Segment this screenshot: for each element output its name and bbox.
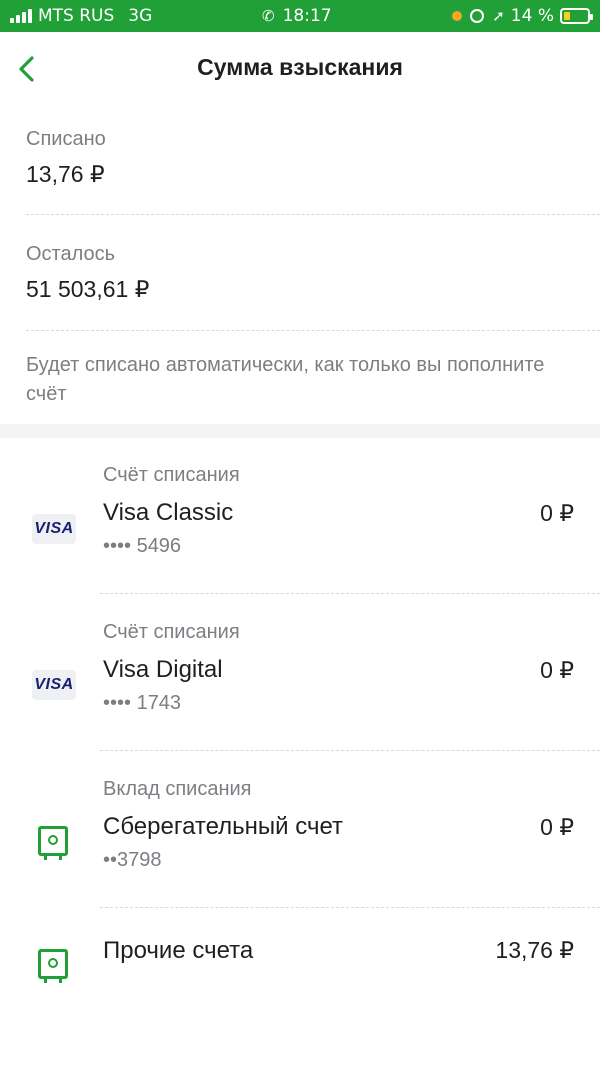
safe-icon: [38, 826, 68, 860]
remaining-block: Осталось 51 503,61 ₽: [26, 243, 574, 303]
battery-icon: [560, 8, 593, 24]
visa-icon: VISA: [32, 514, 76, 544]
auto-charge-note: Будет списано автоматически, как только …: [26, 354, 545, 405]
account-name: Visa Digital: [103, 656, 223, 683]
account-number: •••• 5496: [103, 535, 182, 557]
account-number: ••3798: [103, 849, 162, 871]
divider: [26, 330, 600, 331]
charged-block: Списано 13,76 ₽: [26, 128, 574, 188]
account-number: •••• 1743: [103, 692, 182, 714]
account-name: Прочие счета: [103, 937, 254, 964]
carrier-name: MTS RUS: [38, 6, 115, 26]
charged-label: Списано: [26, 128, 106, 150]
divider: [26, 214, 600, 215]
account-name: Visa Classic: [103, 499, 234, 526]
nav-bar: Сумма взыскания: [0, 32, 600, 104]
visa-icon: VISA: [32, 670, 76, 700]
remaining-value: 51 503,61 ₽: [26, 276, 150, 302]
network-type: 3G: [128, 6, 153, 26]
account-amount: 0 ₽: [540, 814, 574, 840]
mic-indicator-icon: [452, 11, 463, 21]
signal-icon: [10, 9, 32, 23]
remaining-label: Осталось: [26, 243, 116, 265]
account-label: Вклад списания: [103, 778, 252, 800]
battery-percent: 14 %: [510, 6, 554, 26]
rotation-lock-icon: [470, 9, 485, 23]
account-label: Счёт списания: [103, 621, 240, 643]
safe-icon: [38, 949, 68, 983]
account-row-visa-digital[interactable]: VISA Счёт списания Visa Digital •••• 174…: [0, 595, 600, 751]
account-amount: 13,76 ₽: [495, 937, 574, 963]
section-separator: [0, 424, 600, 438]
divider: [100, 907, 600, 908]
page-title: Сумма взыскания: [197, 54, 403, 80]
account-amount: 0 ₽: [540, 500, 574, 526]
charged-value: 13,76 ₽: [26, 161, 105, 187]
account-name: Сберегательный счет: [103, 813, 344, 840]
account-label: Счёт списания: [103, 464, 240, 486]
phone-icon: ✆: [262, 7, 275, 25]
divider: [100, 750, 600, 751]
account-amount: 0 ₽: [540, 657, 574, 683]
divider: [100, 593, 600, 594]
clock: 18:17: [282, 6, 332, 26]
status-bar: MTS RUS 3G ✆ 18:17 ➚ 14 %: [0, 0, 600, 32]
location-icon: ➚: [492, 7, 505, 25]
account-row-other[interactable]: Прочие счета 13,76 ₽: [0, 909, 600, 1019]
account-row-visa-classic[interactable]: VISA Счёт списания Visa Classic •••• 549…: [0, 438, 600, 594]
account-row-savings[interactable]: Вклад списания Сберегательный счет ••379…: [0, 752, 600, 908]
